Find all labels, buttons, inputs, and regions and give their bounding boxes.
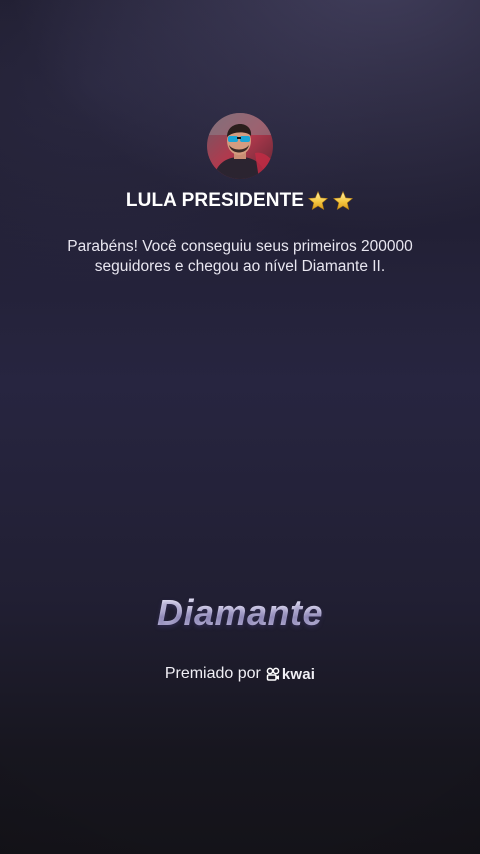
- username-row: LULA PRESIDENTE: [0, 190, 480, 212]
- awarded-by-row: Premiado por kwai: [0, 665, 480, 683]
- star-icon: [307, 190, 329, 212]
- awarded-by-label: Premiado por: [164, 665, 261, 682]
- avatar-image: [207, 113, 273, 179]
- kwai-wordmark: kwai: [281, 665, 316, 683]
- level-title: Diamante: [0, 592, 480, 634]
- kwai-icon: [266, 667, 280, 681]
- username: LULA PRESIDENTE: [125, 190, 305, 211]
- kwai-logo: kwai: [266, 666, 315, 683]
- achievement-message: Parabéns! Você conseguiu seus primeiros …: [67, 238, 413, 275]
- avatar[interactable]: [207, 113, 273, 179]
- star-icon: [332, 190, 354, 212]
